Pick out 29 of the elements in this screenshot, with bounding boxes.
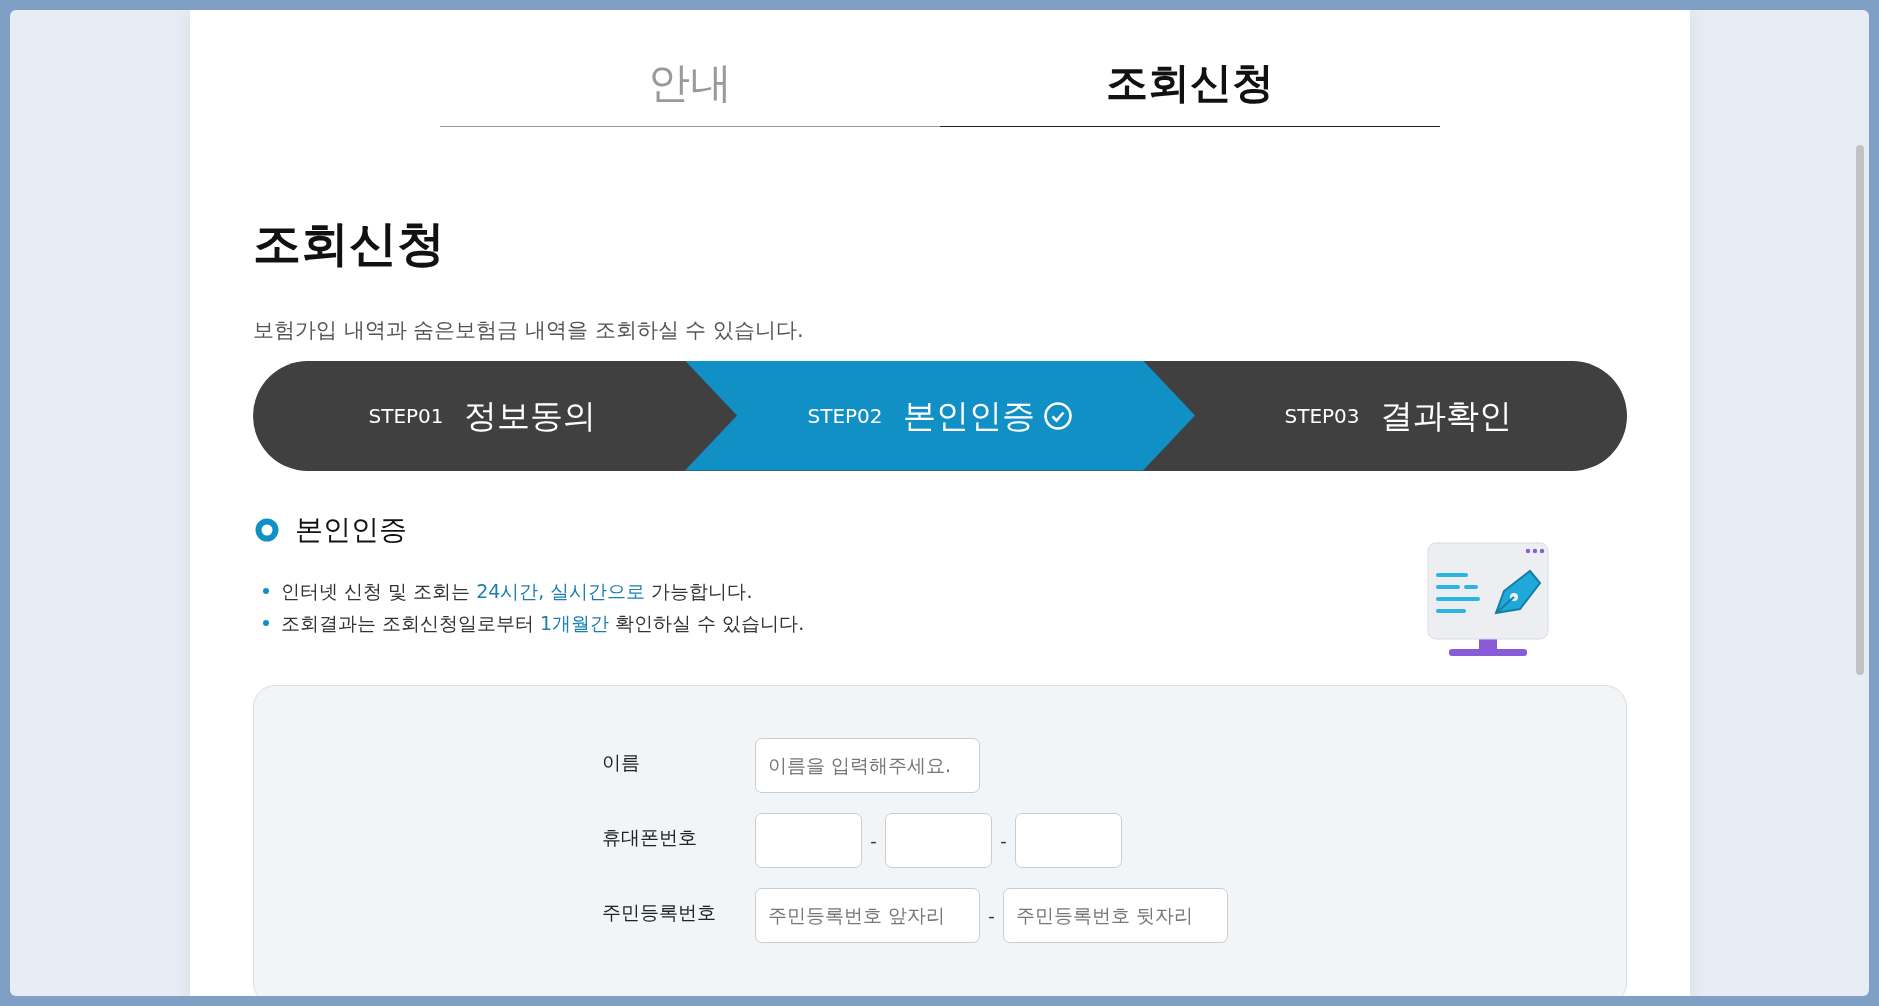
field-label: 주민등록번호	[602, 899, 717, 925]
note-text: 인터넷 신청 및 조회는 24시간, 실시간으로 가능합니다.	[281, 578, 753, 604]
separator-text: -	[987, 903, 996, 928]
page-title: 조회신청	[253, 219, 446, 267]
tab[interactable]: 조회신청	[940, 10, 1440, 127]
step-number: STEP01	[368, 402, 444, 430]
page-description: 보험가입 내역과 숨은보험금 내역을 조회하실 수 있습니다.	[253, 317, 805, 344]
separator-text: -	[999, 828, 1008, 853]
input-field[interactable]	[755, 812, 862, 868]
note-text: 조회결과는 조회신청일로부터 1개월간 확인하실 수 있습니다.	[281, 610, 805, 636]
input-field[interactable]: 이름을 입력해주세요.	[755, 737, 980, 793]
input-field[interactable]: 주민등록번호 뒷자리	[1003, 887, 1228, 943]
bullet-icon	[263, 619, 269, 626]
scrollbar-thumb[interactable]	[1856, 145, 1864, 675]
step-number: STEP03	[1284, 402, 1360, 430]
separator-text: -	[869, 828, 878, 853]
field-label: 휴대폰번호	[602, 824, 698, 850]
step-label: 본인인증	[902, 394, 1035, 437]
input-field[interactable]	[1015, 812, 1122, 868]
step-label: 정보동의	[463, 394, 596, 437]
field-label: 이름	[602, 749, 641, 775]
section-heading: 본인인증	[295, 511, 407, 548]
ring-icon	[255, 517, 279, 542]
bullet-icon	[263, 587, 269, 594]
input-field[interactable]: 주민등록번호 앞자리	[755, 887, 980, 943]
step-label: 결과확인	[1379, 394, 1512, 437]
input-field[interactable]	[885, 812, 992, 868]
check-circle-icon	[1042, 400, 1073, 431]
step-number: STEP02	[807, 402, 883, 430]
